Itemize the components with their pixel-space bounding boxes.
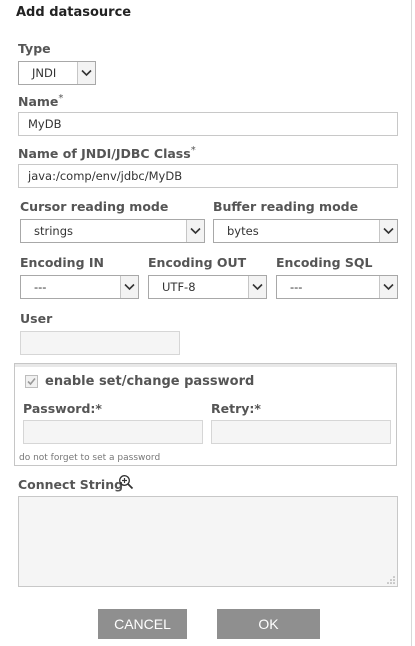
retry-label: Retry:* [211, 401, 261, 416]
encoding-sql-value: --- [290, 280, 303, 294]
enable-password-label: enable set/change password [45, 374, 255, 389]
connect-string-textarea[interactable] [18, 496, 398, 587]
chevron-down-icon [186, 220, 204, 242]
encoding-out-value: UTF-8 [162, 280, 196, 294]
cancel-button[interactable]: CANCEL [98, 609, 187, 639]
password-label: Password:* [23, 401, 102, 416]
resize-handle-icon[interactable] [387, 576, 395, 584]
password-input[interactable] [23, 420, 203, 444]
section-divider [15, 364, 396, 367]
dialog-border [411, 0, 412, 646]
checkmark-icon [27, 377, 36, 386]
name-input[interactable]: MyDB [18, 112, 398, 136]
encoding-out-select[interactable]: UTF-8 [148, 275, 267, 299]
buffer-mode-value: bytes [227, 224, 259, 238]
cursor-mode-select[interactable]: strings [20, 219, 205, 243]
zoom-in-icon[interactable] [118, 474, 134, 490]
type-label: Type [18, 41, 51, 56]
chevron-down-icon [379, 220, 397, 242]
buffer-mode-select[interactable]: bytes [213, 219, 398, 243]
password-hint: do not forget to set a password [19, 453, 161, 463]
class-name-input[interactable]: java:/comp/env/jdbc/MyDB [18, 164, 398, 188]
enable-password-checkbox[interactable] [25, 375, 38, 388]
user-label: User [20, 311, 53, 326]
cursor-mode-label: Cursor reading mode [20, 199, 169, 214]
encoding-in-select[interactable]: --- [20, 275, 139, 299]
type-select[interactable]: JNDI [18, 61, 96, 85]
chevron-down-icon [120, 276, 138, 298]
encoding-out-label: Encoding OUT [148, 255, 247, 270]
dialog-title: Add datasource [16, 5, 132, 20]
user-input[interactable] [20, 331, 180, 355]
name-label: Name* [18, 93, 64, 110]
encoding-in-label: Encoding IN [20, 255, 104, 270]
encoding-in-value: --- [34, 280, 47, 294]
chevron-down-icon [379, 276, 397, 298]
chevron-down-icon [77, 62, 95, 84]
encoding-sql-label: Encoding SQL [276, 255, 373, 270]
encoding-sql-select[interactable]: --- [276, 275, 398, 299]
ok-button[interactable]: OK [217, 609, 320, 639]
buffer-mode-label: Buffer reading mode [213, 199, 359, 214]
connect-string-label: Connect String [18, 477, 124, 492]
type-select-value: JNDI [32, 66, 57, 80]
retry-password-input[interactable] [211, 420, 391, 444]
cursor-mode-value: strings [34, 224, 74, 238]
chevron-down-icon [248, 276, 266, 298]
class-name-label: Name of JNDI/JDBC Class* [18, 145, 196, 162]
